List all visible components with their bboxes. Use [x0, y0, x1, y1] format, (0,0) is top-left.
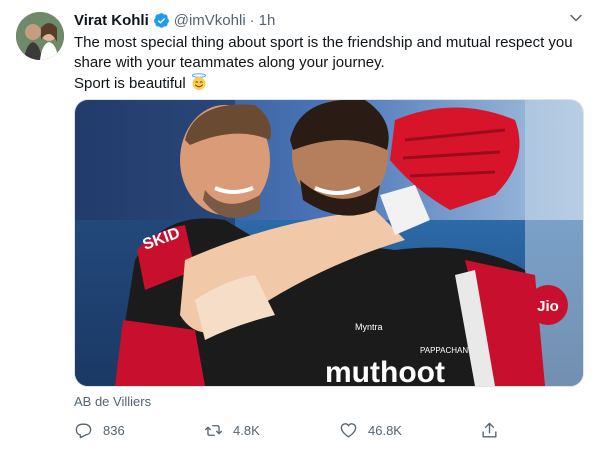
separator-dot: ·: [249, 11, 255, 29]
tagged-user[interactable]: AB de Villiers: [74, 394, 151, 409]
heart-icon: [340, 422, 357, 438]
jersey-sponsor-sub-text: PAPPACHAN: [420, 346, 468, 355]
tweet-text-line-2-label: Sport is beautiful: [74, 75, 186, 92]
jersey-small-brand-text: Myntra: [355, 322, 383, 332]
tweet-actions: 836 4.8K 46.8K: [74, 418, 504, 442]
smiling-face-with-halo-icon: [191, 73, 206, 90]
share-icon: [482, 422, 497, 438]
chevron-down-icon[interactable]: [566, 8, 586, 28]
reply-button[interactable]: 836: [74, 418, 125, 442]
verified-badge-icon: [153, 12, 169, 28]
tweet-photo[interactable]: SKID Jio Myntra PAPPACHAN muthoot: [74, 99, 584, 387]
jersey-sponsor-text: muthoot: [325, 356, 445, 386]
retweet-button[interactable]: 4.8K: [204, 418, 260, 442]
like-count: 46.8K: [368, 422, 402, 438]
photo-players-hug: SKID Jio Myntra PAPPACHAN muthoot: [75, 100, 583, 386]
share-button[interactable]: [480, 418, 509, 442]
author-avatar[interactable]: [16, 12, 64, 60]
tweet-timestamp[interactable]: 1h: [259, 12, 276, 29]
author-name[interactable]: Virat Kohli: [74, 12, 149, 29]
retweet-icon: [204, 424, 223, 436]
jersey-badge-text: Jio: [537, 298, 559, 315]
author-handle[interactable]: @imVkohli: [174, 12, 246, 29]
tweet-text: The most special thing about sport is th…: [74, 33, 584, 94]
retweet-count: 4.8K: [233, 422, 260, 438]
tweet[interactable]: Virat Kohli @imVkohli · 1h The most spec…: [0, 0, 607, 453]
tweet-text-line-2: Sport is beautiful: [74, 73, 584, 94]
like-button[interactable]: 46.8K: [339, 418, 402, 442]
reply-count: 836: [103, 422, 125, 438]
tweet-header: Virat Kohli @imVkohli · 1h: [74, 10, 275, 30]
tweet-text-line-1: The most special thing about sport is th…: [74, 34, 573, 71]
avatar-image: [16, 12, 64, 60]
reply-icon: [75, 422, 92, 438]
